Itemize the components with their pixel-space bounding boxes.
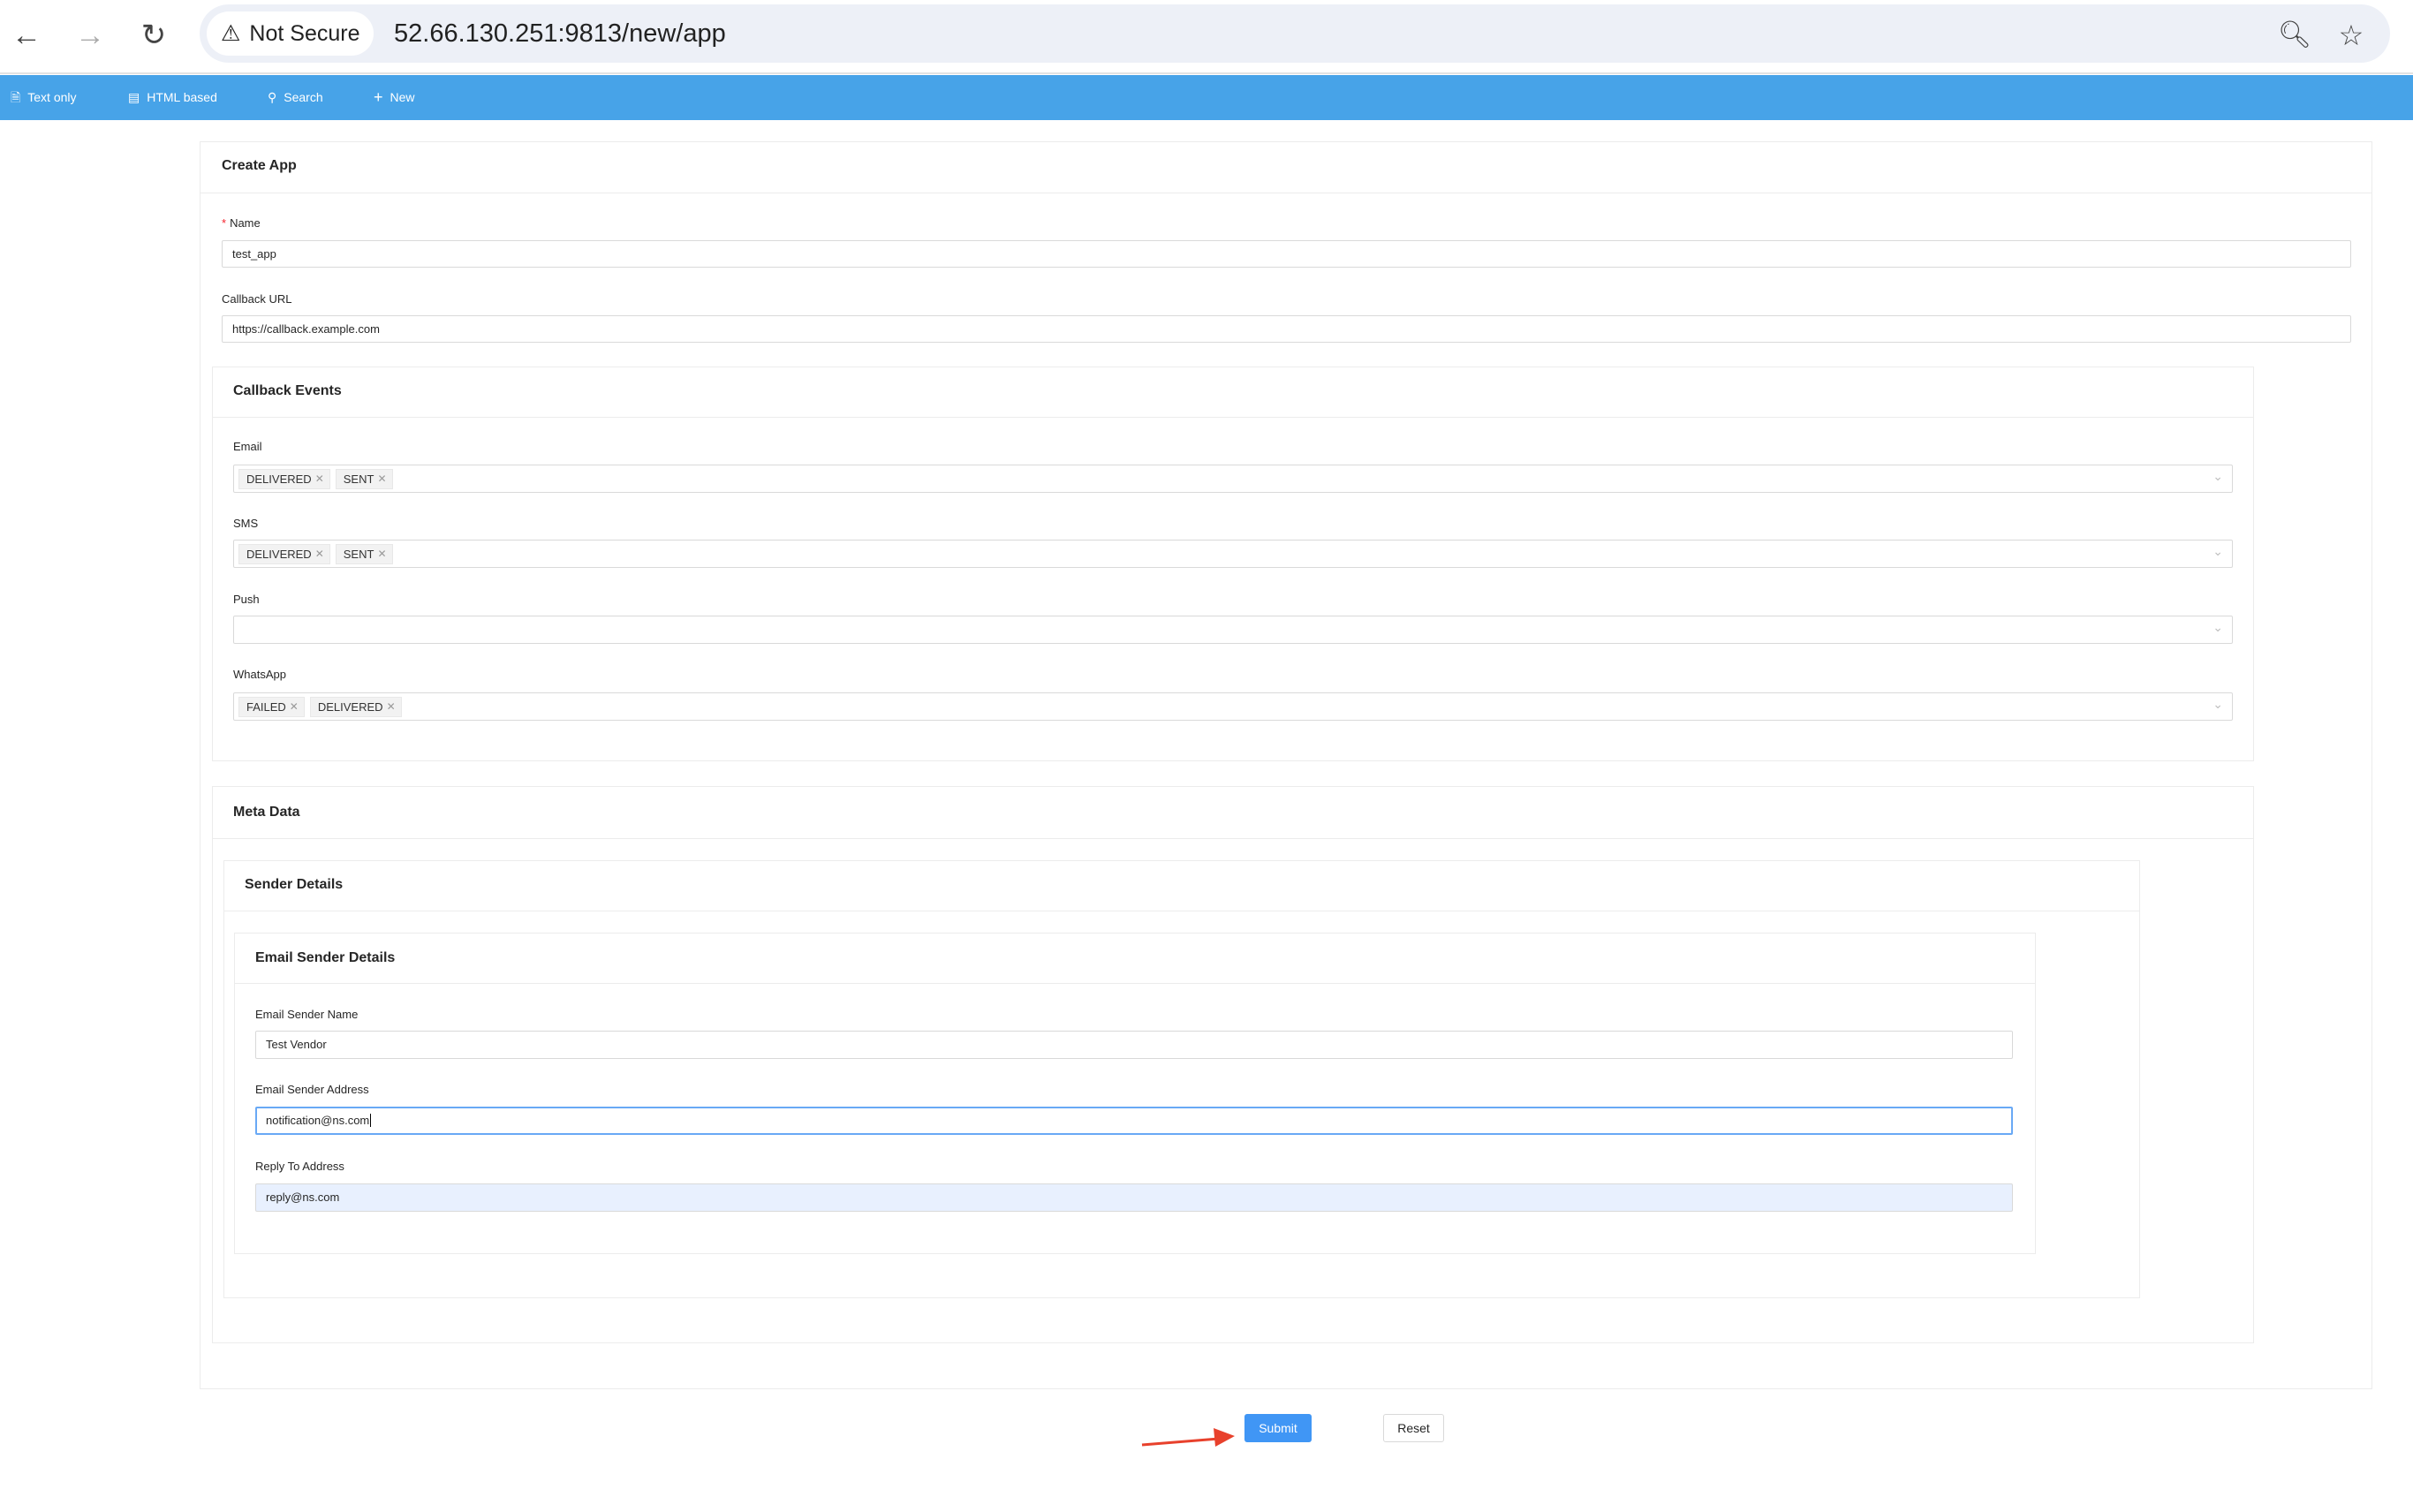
reload-button[interactable]: ↻ (134, 16, 173, 55)
email-sender-name-label: Email Sender Name (255, 1008, 359, 1021)
push-events-select[interactable]: ⌄ (233, 616, 2233, 644)
reply-to-label: Reply To Address (255, 1160, 344, 1173)
whatsapp-events-select[interactable]: FAILED ✕ DELIVERED ✕ ⌄ (233, 692, 2233, 721)
remove-tag-icon[interactable]: ✕ (377, 545, 386, 563)
tag-delivered: DELIVERED ✕ (309, 696, 402, 717)
html5-icon: ▤ (128, 90, 140, 104)
remove-tag-icon[interactable]: ✕ (290, 698, 299, 716)
tag-sent: SENT ✕ (335, 543, 393, 564)
page-title: Create App (222, 158, 297, 173)
remove-tag-icon[interactable]: ✕ (387, 698, 396, 716)
tag-delivered: DELIVERED ✕ (238, 543, 330, 564)
email-sender-details-title: Email Sender Details (255, 950, 396, 965)
top-menu: 🗎 Text only ▤ HTML based ⚲ Search + New (0, 75, 2413, 120)
back-button[interactable]: ← (7, 16, 46, 55)
remove-tag-icon[interactable]: ✕ (377, 470, 386, 488)
browser-bar: ← → ↻ ⚠ Not Secure 52.66.130.251:9813/new… (0, 0, 2413, 74)
remove-tag-icon[interactable]: ✕ (315, 545, 324, 563)
email-sender-address-label: Email Sender Address (255, 1083, 369, 1096)
chevron-down-icon[interactable]: ⌄ (2213, 697, 2223, 712)
search-icon: ⚲ (268, 90, 277, 104)
submit-button[interactable]: Submit (1244, 1414, 1312, 1442)
email-events-label: Email (233, 440, 262, 453)
callback-events-title: Callback Events (233, 383, 342, 398)
tag-failed: FAILED ✕ (238, 696, 305, 717)
chevron-down-icon[interactable]: ⌄ (2213, 469, 2223, 484)
annotation-arrow (1141, 1428, 1235, 1447)
url-text[interactable]: 52.66.130.251:9813/new/app (394, 4, 726, 63)
remove-tag-icon[interactable]: ✕ (315, 470, 324, 488)
zoom-icon[interactable]: 🔍︎ (2275, 16, 2314, 55)
whatsapp-events-label: WhatsApp (233, 668, 286, 681)
security-indicator[interactable]: ⚠ Not Secure (207, 11, 374, 56)
address-bar[interactable]: ⚠ Not Secure 52.66.130.251:9813/new/app (200, 4, 2390, 63)
menu-search[interactable]: ⚲ Search (268, 75, 323, 120)
divider (213, 417, 2253, 418)
file-text-icon: 🗎 (11, 90, 21, 104)
sender-details-title: Sender Details (245, 877, 344, 892)
reset-button[interactable]: Reset (1383, 1414, 1444, 1442)
plus-icon: + (374, 88, 383, 106)
callback-url-label: Callback URL (222, 292, 292, 306)
reply-to-input[interactable]: reply@ns.com (255, 1183, 2013, 1212)
tag-delivered: DELIVERED ✕ (238, 468, 330, 489)
email-events-select[interactable]: DELIVERED ✕ SENT ✕ ⌄ (233, 465, 2233, 493)
forward-button[interactable]: → (71, 16, 110, 55)
bookmark-star-icon[interactable]: ☆ (2332, 16, 2371, 55)
divider (235, 983, 2035, 984)
callback-url-input[interactable]: https://callback.example.com (222, 315, 2351, 343)
menu-new[interactable]: + New (374, 75, 415, 120)
warning-icon: ⚠ (221, 21, 241, 46)
sms-events-label: SMS (233, 517, 259, 530)
email-sender-name-input[interactable]: Test Vendor (255, 1031, 2013, 1059)
push-events-label: Push (233, 593, 260, 606)
name-label: * Name (222, 216, 261, 230)
chevron-down-icon[interactable]: ⌄ (2213, 620, 2223, 635)
sms-events-select[interactable]: DELIVERED ✕ SENT ✕ ⌄ (233, 540, 2233, 568)
email-sender-address-input[interactable]: notification@ns.com (255, 1107, 2013, 1135)
chevron-down-icon[interactable]: ⌄ (2213, 544, 2223, 559)
divider (213, 838, 2253, 839)
menu-html-based[interactable]: ▤ HTML based (128, 75, 217, 120)
menu-text-only[interactable]: 🗎 Text only (11, 75, 77, 120)
tag-sent: SENT ✕ (335, 468, 393, 489)
meta-data-title: Meta Data (233, 805, 300, 820)
name-input[interactable]: test_app (222, 240, 2351, 268)
